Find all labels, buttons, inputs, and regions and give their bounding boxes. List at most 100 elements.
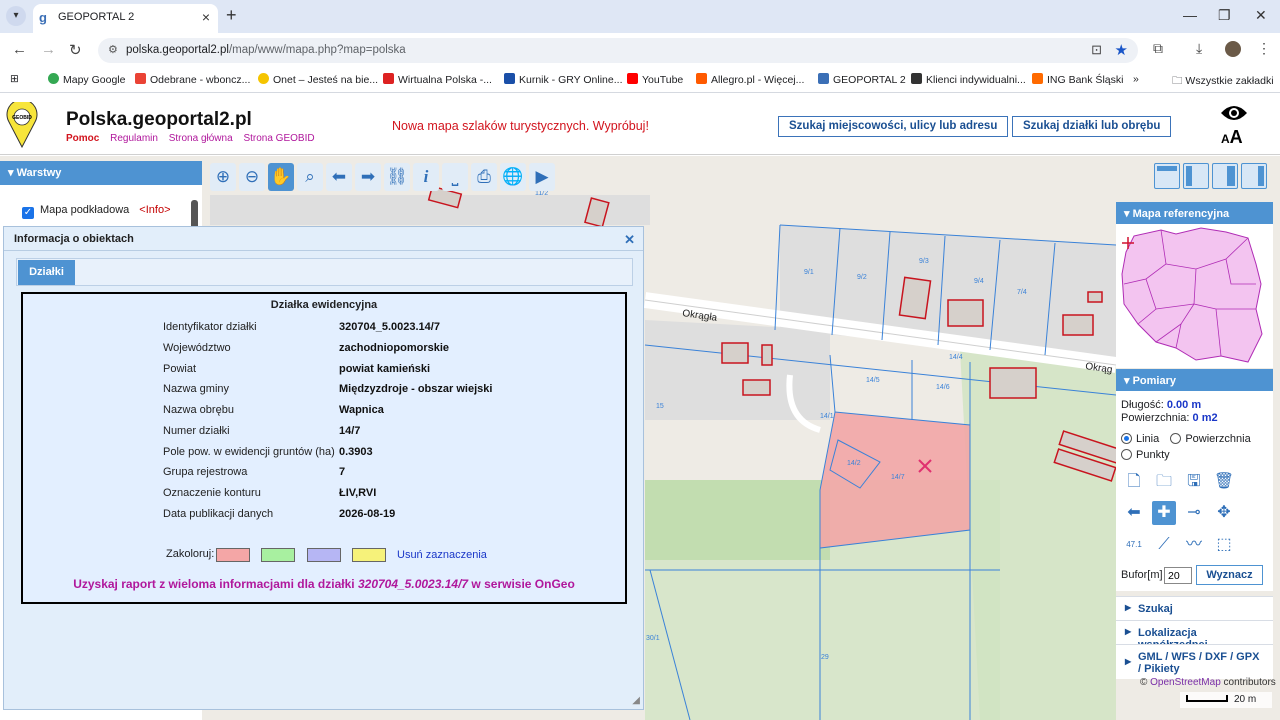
length-readout: Długość: 0.00 m xyxy=(1121,399,1202,411)
restore-icon[interactable]: ❐ xyxy=(1218,7,1231,24)
remove-vertex-icon[interactable]: ⊸ xyxy=(1182,501,1206,525)
trash-icon[interactable]: 🗑 xyxy=(1212,470,1236,494)
search-address-button[interactable]: Szukaj miejscowości, ulicy lub adresu xyxy=(778,116,1009,137)
undo-arrow-icon[interactable]: ⬅ xyxy=(1122,501,1146,525)
search-parcel-button[interactable]: Szukaj działki lub obrębu xyxy=(1012,116,1172,137)
measurements-header[interactable]: ▾ Pomiary xyxy=(1116,369,1273,391)
download-icon[interactable]: ⤓ xyxy=(1196,40,1202,57)
bookmark-item[interactable]: Klienci indywidualni... xyxy=(911,73,1026,86)
gml-import-section[interactable]: ▶ GML / WFS / DXF / GPX / Pikiety xyxy=(1116,644,1273,679)
bookmark-item[interactable]: Allegro.pl - Więcej... xyxy=(696,73,804,86)
zoom-in-icon[interactable]: ⊕ xyxy=(210,163,236,191)
reference-map[interactable] xyxy=(1116,224,1273,368)
open-folder-icon[interactable]: 🗀 xyxy=(1152,470,1176,494)
layer-info-link[interactable]: <Info> xyxy=(139,204,170,216)
pan-hand-icon[interactable]: ✋ xyxy=(268,163,294,191)
all-bookmarks-folder[interactable]: 🗀 Wszystkie zakładki xyxy=(1172,73,1274,91)
add-vertex-icon[interactable]: ✚ xyxy=(1152,501,1176,525)
layout-right-icon[interactable] xyxy=(1241,163,1267,189)
back-arrow-icon[interactable]: ← xyxy=(12,41,27,58)
promo-link[interactable]: Nowa mapa szlaków turystycznych. Wypróbu… xyxy=(392,119,649,133)
bookmark-item[interactable]: YouTube xyxy=(627,73,683,86)
font-size-toggle[interactable]: AA xyxy=(1221,127,1243,148)
next-view-icon[interactable]: ➡ xyxy=(355,163,381,191)
bookmark-item[interactable]: Wirtualna Polska -... xyxy=(383,73,492,86)
bookmark-item[interactable]: Odebrane - wboncz... xyxy=(135,73,250,86)
save-icon[interactable]: 🖫 xyxy=(1182,470,1206,494)
mode-points-radio[interactable]: Punkty xyxy=(1121,449,1170,461)
extensions-icon[interactable]: ⧉ xyxy=(1153,40,1163,57)
site-title[interactable]: Polska.geoportal2.pl xyxy=(66,109,252,131)
zoom-box-icon[interactable]: ⌕ xyxy=(297,163,323,191)
layout-left-icon[interactable] xyxy=(1183,163,1209,189)
mode-area-radio[interactable]: Powierzchnia xyxy=(1170,433,1251,445)
close-icon[interactable]: ✕ xyxy=(624,232,635,248)
tab-parcels[interactable]: Działki xyxy=(18,260,75,285)
buffer-input[interactable] xyxy=(1164,567,1192,584)
video-camera-icon[interactable]: ▶ xyxy=(529,163,555,191)
color-swatch-red[interactable] xyxy=(216,548,250,562)
zoom-out-icon[interactable]: ⊖ xyxy=(239,163,265,191)
geobid-logo[interactable]: GEOBID xyxy=(6,102,38,148)
apps-grid-icon[interactable]: ⊞ xyxy=(10,73,19,85)
cube-3d-icon[interactable]: ⬚ xyxy=(1212,533,1236,557)
browser-tab[interactable]: g GEOPORTAL 2 × xyxy=(33,4,218,33)
link-icon[interactable]: ⛓ xyxy=(384,163,410,191)
color-swatch-green[interactable] xyxy=(261,548,295,562)
resize-handle-icon[interactable]: ◢ xyxy=(632,695,640,706)
bookmark-item[interactable]: Kurnik - GRY Online... xyxy=(504,73,623,86)
close-window-icon[interactable]: ✕ xyxy=(1255,7,1267,24)
search-section[interactable]: ▶ Szukaj xyxy=(1116,596,1273,621)
layers-panel-header[interactable]: ▾ Warstwy xyxy=(0,161,202,185)
mode-line-radio[interactable]: Linia Powierzchnia xyxy=(1121,433,1251,445)
clear-selection-link[interactable]: Usuń zaznaczenia xyxy=(397,549,487,561)
previous-view-icon[interactable]: ⬅ xyxy=(326,163,352,191)
measure-ruler-icon[interactable]: ⎵ xyxy=(442,163,468,191)
coordinate-label-icon[interactable]: 47.1 xyxy=(1122,533,1146,557)
print-icon[interactable]: ⎙ xyxy=(471,163,497,191)
curve-icon[interactable]: 〰 xyxy=(1182,533,1206,557)
help-link[interactable]: Pomoc xyxy=(66,133,99,144)
reload-icon[interactable]: ↻ xyxy=(69,41,82,59)
color-swatch-yellow[interactable] xyxy=(352,548,386,562)
layer-checkbox[interactable]: ✓ xyxy=(22,207,34,219)
bookmark-star-icon[interactable]: ★ xyxy=(1115,41,1128,59)
profile-avatar[interactable] xyxy=(1225,41,1241,57)
more-bookmarks-icon[interactable]: » xyxy=(1133,73,1139,85)
globe-icon[interactable]: 🌐 xyxy=(500,163,526,191)
dialog-title[interactable]: Informacja o obiektach xyxy=(4,227,643,251)
bookmark-item[interactable]: Onet – Jesteś na bie... xyxy=(258,73,378,86)
terms-link[interactable]: Regulamin xyxy=(110,133,158,144)
osm-link[interactable]: OpenStreetMap xyxy=(1150,677,1221,688)
site-info-icon[interactable]: ⚙ xyxy=(108,43,118,56)
measurements-panel: Długość: 0.00 m Powierzchnia: 0 m2 Linia… xyxy=(1116,391,1273,591)
minimize-icon[interactable]: — xyxy=(1183,7,1197,23)
home-link[interactable]: Strona główna xyxy=(169,133,233,144)
color-swatch-blue[interactable] xyxy=(307,548,341,562)
svg-text:9/4: 9/4 xyxy=(974,278,984,285)
reference-map-header[interactable]: ▾ Mapa referencyjna xyxy=(1116,202,1273,224)
area-readout: Powierzchnia: 0 m2 xyxy=(1121,412,1218,424)
move-vertex-icon[interactable]: ✥ xyxy=(1212,501,1236,525)
geobid-link[interactable]: Strona GEOBID xyxy=(243,133,314,144)
bookmark-item[interactable]: GEOPORTAL 2 xyxy=(818,73,906,86)
tab-search-button[interactable]: ▾ xyxy=(6,6,26,26)
polyline-icon[interactable]: ⟋ xyxy=(1152,533,1176,557)
tab-close-icon[interactable]: × xyxy=(202,9,210,25)
info-icon[interactable]: i xyxy=(413,163,439,191)
url-omnibox[interactable]: ⚙ polska.geoportal2.pl/map/www/mapa.php?… xyxy=(98,38,1138,63)
bookmark-item[interactable]: Mapy Google xyxy=(48,73,125,86)
map-attribution: © OpenStreetMap contributors xyxy=(1140,677,1276,688)
browser-menu-icon[interactable]: ⋮ xyxy=(1257,40,1271,57)
install-app-icon[interactable]: ⊡ xyxy=(1091,42,1102,58)
bookmark-item[interactable]: ING Bank Śląski xyxy=(1032,73,1123,86)
layout-top-icon[interactable] xyxy=(1154,163,1180,189)
compute-button[interactable]: Wyznacz xyxy=(1196,565,1263,585)
layer-item[interactable]: ✓ Mapa podkładowa <Info> xyxy=(22,204,171,219)
report-link[interactable]: Uzyskaj raport z wieloma informacjami dl… xyxy=(23,577,625,591)
new-document-icon[interactable]: 🗋 xyxy=(1122,470,1146,494)
accessibility-eye-icon[interactable] xyxy=(1220,103,1248,123)
new-tab-button[interactable]: + xyxy=(226,5,237,26)
layout-enter-icon[interactable] xyxy=(1212,163,1238,189)
forward-arrow-icon[interactable]: → xyxy=(41,41,56,58)
